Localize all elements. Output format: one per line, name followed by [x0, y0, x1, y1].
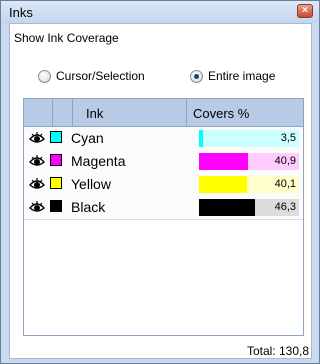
- radio-label: Entire image: [208, 69, 276, 83]
- radio-cursor-selection[interactable]: Cursor/Selection: [38, 67, 145, 85]
- coverage-bar-fill: [199, 130, 203, 147]
- ink-name: Magenta: [71, 153, 126, 169]
- inks-window: Inks × Show Ink Coverage Cursor/Selectio…: [0, 0, 320, 364]
- ink-name: Yellow: [71, 176, 111, 192]
- radio-button[interactable]: [38, 69, 51, 83]
- coverage-bar-fill: [199, 153, 248, 170]
- total-coverage: Total: 130,8: [246, 344, 309, 358]
- eye-icon[interactable]: [29, 177, 45, 191]
- coverage-bar-fill: [199, 199, 255, 216]
- radio-label: Cursor/Selection: [56, 69, 145, 83]
- ink-swatch: [50, 200, 62, 212]
- ink-row-cyan[interactable]: Cyan 3,5: [24, 127, 303, 151]
- panel-header: Show Ink Coverage: [14, 31, 119, 45]
- radio-entire-image[interactable]: Entire image: [190, 67, 275, 85]
- eye-icon[interactable]: [29, 154, 45, 168]
- coverage-bar-fill: [199, 176, 247, 193]
- coverage-value: 40,9: [274, 155, 296, 167]
- column-divider: [186, 99, 187, 126]
- coverage-bar: 3,5: [199, 130, 299, 147]
- radio-button-selected[interactable]: [190, 69, 203, 83]
- close-button[interactable]: ×: [297, 4, 313, 18]
- close-icon: ×: [302, 5, 308, 16]
- column-header-ink[interactable]: Ink: [86, 106, 103, 121]
- column-divider: [52, 99, 53, 126]
- coverage-bar: 46,3: [199, 199, 299, 216]
- window-title: Inks: [9, 5, 33, 20]
- coverage-value: 46,3: [274, 201, 296, 213]
- title-bar[interactable]: Inks ×: [1, 1, 319, 23]
- coverage-bar: 40,1: [199, 176, 299, 193]
- ink-row-magenta[interactable]: Magenta 40,9: [24, 150, 303, 174]
- column-divider: [72, 99, 73, 126]
- coverage-value: 40,1: [274, 178, 296, 190]
- ink-name: Cyan: [71, 130, 104, 146]
- ink-swatch: [50, 154, 62, 166]
- coverage-bar: 40,9: [199, 153, 299, 170]
- eye-icon[interactable]: [29, 131, 45, 145]
- column-header-covers[interactable]: Covers %: [193, 106, 249, 121]
- table-header: Ink Covers %: [24, 99, 303, 127]
- ink-swatch: [50, 177, 62, 189]
- ink-row-black[interactable]: Black 46,3: [24, 196, 303, 220]
- ink-swatch: [50, 131, 62, 143]
- eye-icon[interactable]: [29, 200, 45, 214]
- ink-table: Ink Covers % Cyan 3,5 Magenta 40,9 Yellow 40,…: [23, 98, 304, 336]
- ink-name: Black: [71, 199, 106, 215]
- coverage-value: 3,5: [280, 132, 296, 144]
- ink-row-yellow[interactable]: Yellow 40,1: [24, 173, 303, 197]
